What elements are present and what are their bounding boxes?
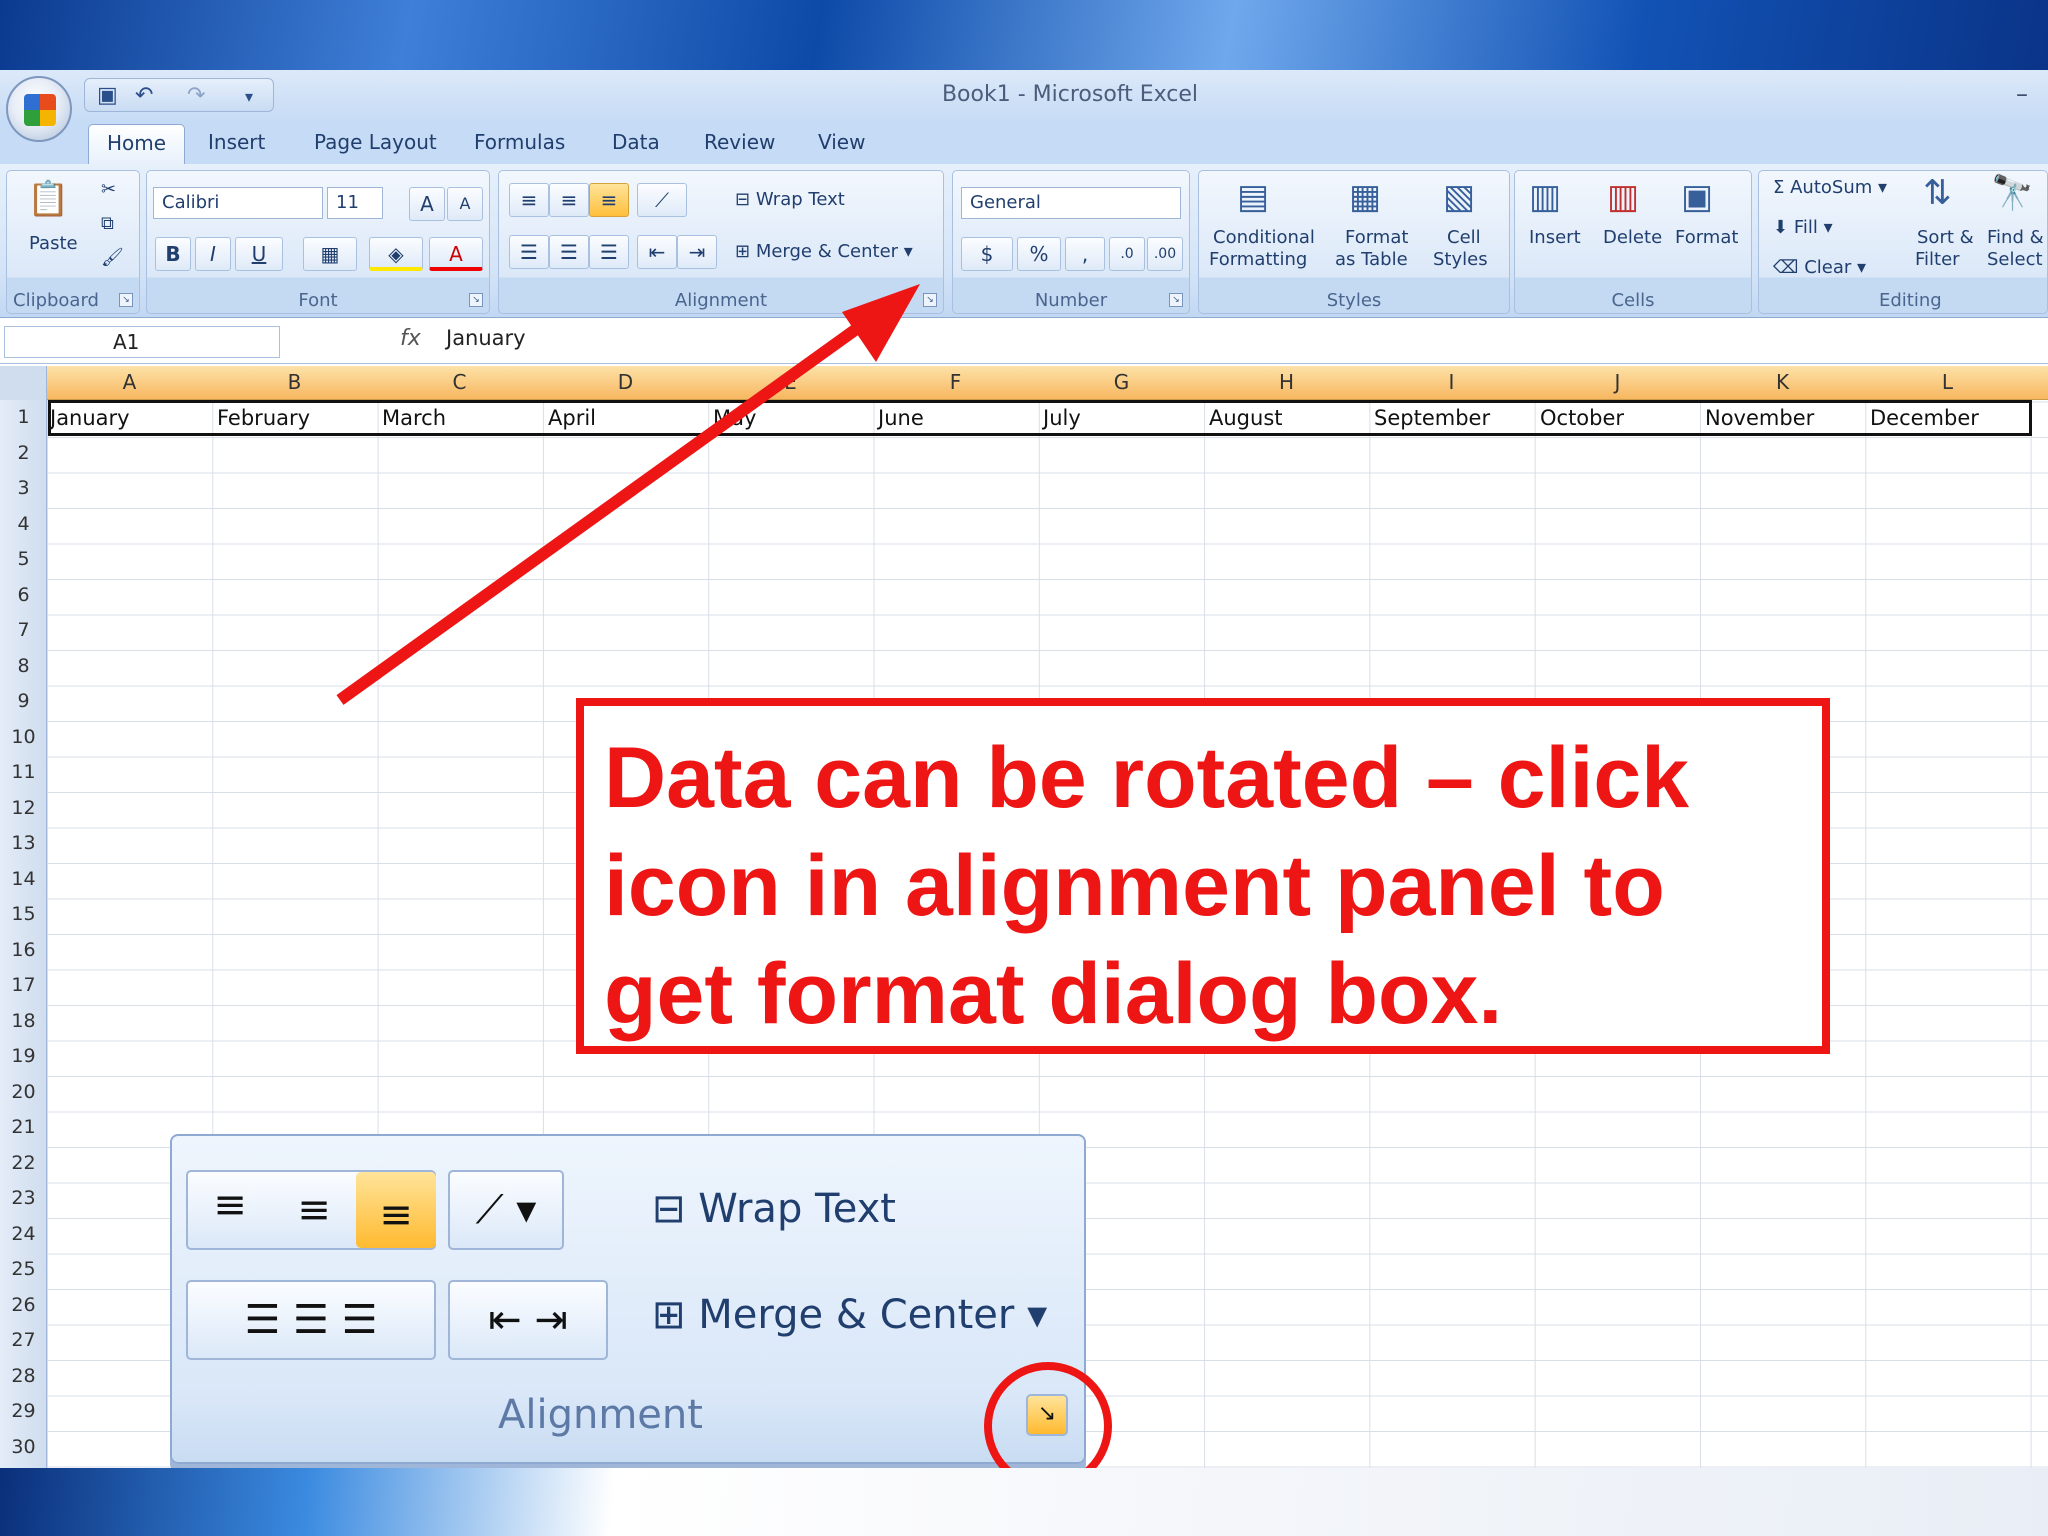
desktop-background-top bbox=[0, 0, 2048, 70]
annotation-arrow-head bbox=[842, 284, 920, 362]
office-button[interactable] bbox=[6, 76, 72, 142]
annotation-arrow-shaft bbox=[336, 307, 884, 705]
office-logo-icon bbox=[24, 94, 56, 126]
desktop-background-bottom bbox=[0, 1468, 2048, 1536]
annotation-overlay bbox=[336, 284, 920, 705]
excel-window: Book1 - Microsoft Excel ▣ ↶ ↷ ▾ – Home I… bbox=[0, 70, 2048, 1468]
